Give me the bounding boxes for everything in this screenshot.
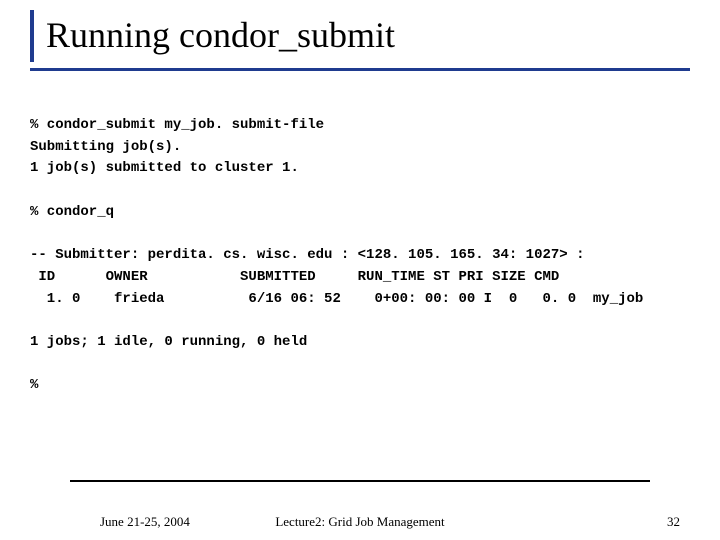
title-underline bbox=[30, 68, 690, 71]
slide: Running condor_submit % condor_submit my… bbox=[0, 0, 720, 540]
terminal-output: % condor_submit my_job. submit-file Subm… bbox=[30, 115, 690, 397]
footer-divider bbox=[70, 480, 650, 482]
footer-page-number: 32 bbox=[667, 514, 680, 530]
slide-title: Running condor_submit bbox=[46, 14, 690, 56]
footer-lecture: Lecture2: Grid Job Management bbox=[0, 514, 720, 530]
slide-title-wrap: Running condor_submit bbox=[30, 10, 690, 62]
